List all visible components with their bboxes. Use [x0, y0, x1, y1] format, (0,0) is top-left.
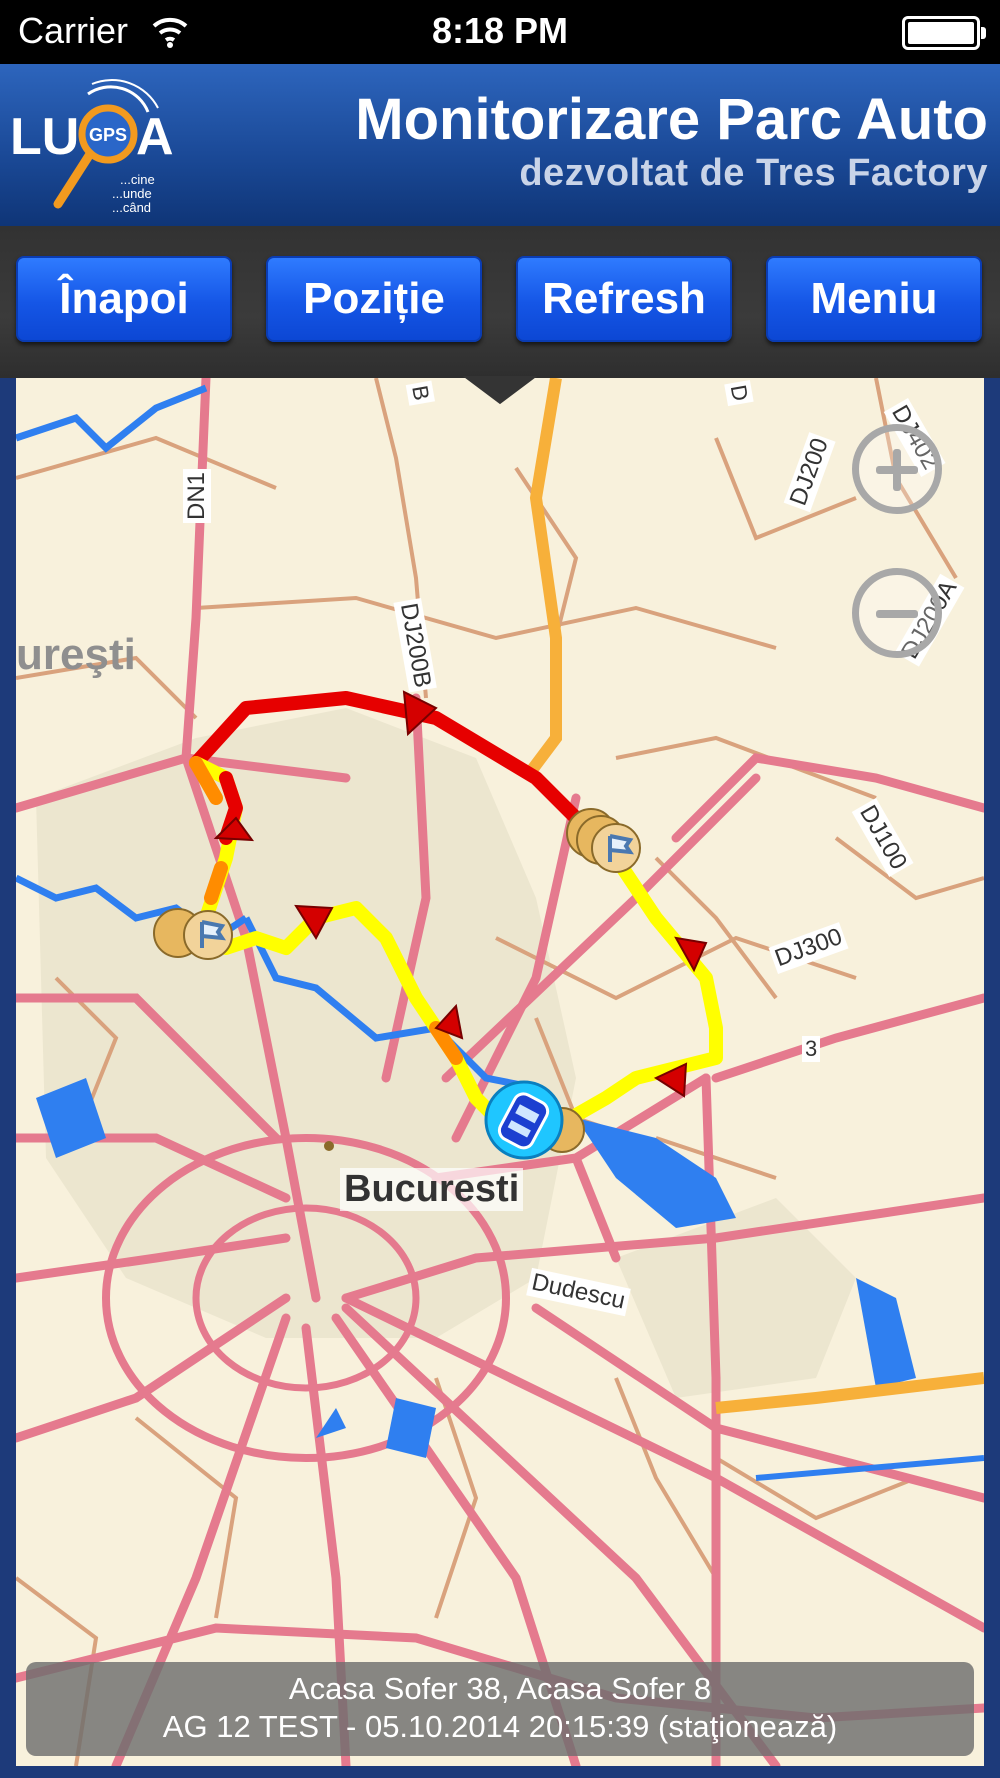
- logo-badge: GPS: [89, 125, 127, 145]
- map-label-road: D: [724, 379, 754, 407]
- clock: 8:18 PM: [431, 10, 569, 51]
- app-title: Monitorizare Parc Auto: [355, 87, 988, 152]
- zoom-in-button[interactable]: [852, 424, 942, 514]
- info-line-vehicle-status: AG 12 TEST - 05.10.2014 20:15:39 (staţio…: [162, 1709, 838, 1744]
- map-label-city: Bucuresti: [340, 1168, 524, 1211]
- back-button[interactable]: Înapoi: [16, 256, 232, 342]
- app-header: LU GPS A ...cine ...unde ...când Monitor…: [0, 64, 1000, 226]
- map-label-city-partial: ureşti: [16, 630, 136, 679]
- map-label-road: DN1: [183, 468, 212, 524]
- refresh-button[interactable]: Refresh: [516, 256, 732, 342]
- map-canvas: [16, 378, 984, 1766]
- map-view[interactable]: ureşti Bucuresti DN1 DJ200B DJ200 DJ402 …: [16, 378, 984, 1766]
- map-label-road: 3: [802, 1036, 821, 1062]
- lupa-gps-logo: LU GPS A ...cine ...unde ...când: [10, 79, 174, 215]
- app-subtitle: dezvoltat de Tres Factory: [519, 152, 988, 194]
- status-bar: Carrier 8:18 PM: [0, 0, 1000, 64]
- menu-button[interactable]: Meniu: [766, 256, 982, 342]
- logo-tagline-3: ...când: [112, 200, 151, 215]
- logo-tagline-2: ...unde: [112, 186, 152, 201]
- logo-text-part1: LU: [10, 108, 79, 166]
- svg-text:A: A: [136, 108, 174, 166]
- toolbar-pointer: [462, 376, 538, 405]
- battery-icon: [902, 16, 986, 50]
- info-line-locations: Acasa Sofer 38, Acasa Sofer 8: [288, 1671, 712, 1706]
- car-icon: [484, 1080, 564, 1160]
- position-button[interactable]: Poziție: [266, 256, 482, 342]
- vehicle-info-panel: Acasa Sofer 38, Acasa Sofer 8 AG 12 TEST…: [26, 1662, 974, 1756]
- minus-icon: [876, 610, 918, 618]
- logo-tagline-1: ...cine: [120, 172, 155, 187]
- map-frame: ureşti Bucuresti DN1 DJ200B DJ200 DJ402 …: [0, 376, 1000, 1778]
- zoom-out-button[interactable]: [852, 568, 942, 658]
- toolbar: Înapoi Poziție Refresh Meniu: [0, 226, 1000, 378]
